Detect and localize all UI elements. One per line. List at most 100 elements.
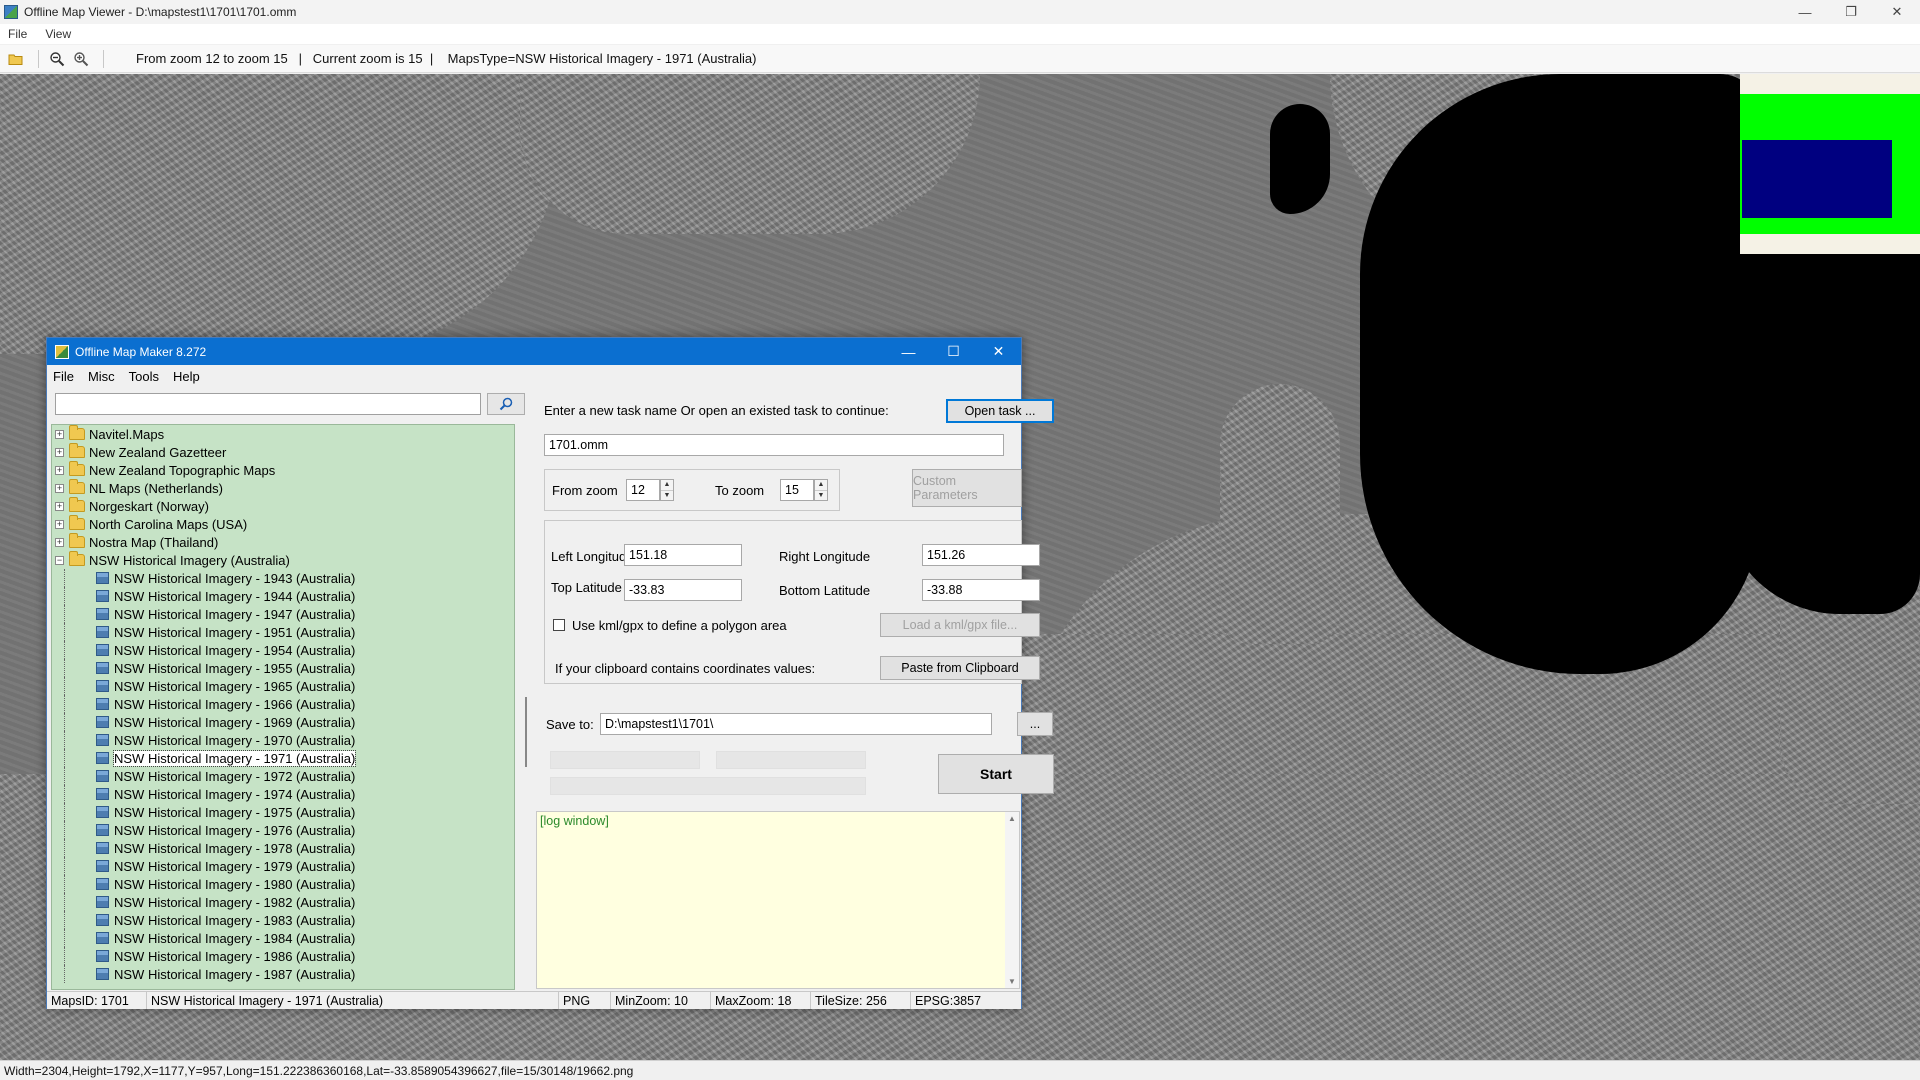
tree-map-item-selected[interactable]: NSW Historical Imagery - 1971 (Australia…: [52, 749, 514, 767]
maximize-icon[interactable]: ☐: [931, 338, 976, 365]
map-source-icon: [96, 590, 109, 602]
tree-map-item[interactable]: NSW Historical Imagery - 1954 (Australia…: [52, 641, 514, 659]
tree-map-item[interactable]: NSW Historical Imagery - 1986 (Australia…: [52, 947, 514, 965]
from-zoom-input[interactable]: [626, 479, 660, 501]
expand-icon[interactable]: +: [55, 537, 64, 547]
expand-icon[interactable]: +: [55, 447, 64, 457]
tree-map-item[interactable]: NSW Historical Imagery - 1955 (Australia…: [52, 659, 514, 677]
restore-icon[interactable]: ❐: [1828, 0, 1874, 24]
search-input[interactable]: [55, 393, 481, 415]
tree-item-label: NSW Historical Imagery - 1979 (Australia…: [114, 858, 356, 874]
expand-icon[interactable]: +: [55, 501, 64, 511]
tree-map-item[interactable]: NSW Historical Imagery - 1974 (Australia…: [52, 785, 514, 803]
dialog-title: Offline Map Maker 8.272: [75, 344, 207, 359]
tree-map-item[interactable]: NSW Historical Imagery - 1979 (Australia…: [52, 857, 514, 875]
tree-item-label: NSW Historical Imagery - 1943 (Australia…: [114, 570, 356, 586]
tree-folder[interactable]: + North Carolina Maps (USA): [52, 515, 514, 533]
tree-map-item[interactable]: NSW Historical Imagery - 1970 (Australia…: [52, 731, 514, 749]
tree-folder[interactable]: + Norgeskart (Norway): [52, 497, 514, 515]
map-source-tree[interactable]: + Navitel.Maps + New Zealand Gazetteer + Ne…: [51, 424, 515, 990]
task-name-input[interactable]: [544, 434, 1004, 456]
expand-icon[interactable]: +: [55, 429, 64, 439]
menu-tools[interactable]: Tools: [129, 369, 159, 384]
left-longitude-input[interactable]: [624, 544, 742, 566]
tree-map-item[interactable]: NSW Historical Imagery - 1969 (Australia…: [52, 713, 514, 731]
right-longitude-input[interactable]: [922, 544, 1040, 566]
status-min-zoom: MinZoom: 10: [611, 992, 711, 1009]
folder-icon: [69, 533, 85, 548]
close-icon[interactable]: ✕: [1874, 0, 1920, 24]
tree-map-item[interactable]: NSW Historical Imagery - 1978 (Australia…: [52, 839, 514, 857]
status-epsg: EPSG:3857: [915, 993, 982, 1008]
menu-help[interactable]: Help: [173, 369, 200, 384]
tree-map-item[interactable]: NSW Historical Imagery - 1976 (Australia…: [52, 821, 514, 839]
menu-view[interactable]: View: [45, 27, 71, 41]
tree-map-item[interactable]: NSW Historical Imagery - 1975 (Australia…: [52, 803, 514, 821]
task-prompt-label: Enter a new task name Or open an existed…: [544, 403, 889, 418]
pane-splitter[interactable]: [524, 387, 528, 991]
menu-file[interactable]: File: [8, 27, 27, 41]
minimize-icon[interactable]: —: [1782, 0, 1828, 24]
load-kml-button[interactable]: Load a kml/gpx file...: [880, 613, 1040, 637]
bottom-latitude-input[interactable]: [922, 579, 1040, 601]
tree-map-item[interactable]: NSW Historical Imagery - 1944 (Australia…: [52, 587, 514, 605]
spin-down-icon[interactable]: ▼: [661, 491, 673, 501]
scroll-down-icon[interactable]: ▼: [1008, 977, 1016, 986]
tree-map-item[interactable]: NSW Historical Imagery - 1951 (Australia…: [52, 623, 514, 641]
top-latitude-input[interactable]: [624, 579, 742, 601]
log-scrollbar[interactable]: ▲ ▼: [1005, 812, 1019, 988]
tree-folder[interactable]: + New Zealand Gazetteer: [52, 443, 514, 461]
map-source-icon: [96, 752, 109, 764]
search-button[interactable]: [487, 393, 525, 415]
minimize-icon[interactable]: —: [886, 338, 931, 365]
tree-folder[interactable]: + Navitel.Maps: [52, 425, 514, 443]
collapse-icon[interactable]: −: [55, 555, 64, 565]
zoom-out-icon[interactable]: [47, 49, 67, 69]
spin-up-icon[interactable]: ▲: [815, 480, 827, 491]
from-zoom-label: From zoom: [552, 483, 618, 498]
start-button[interactable]: Start: [938, 754, 1054, 794]
folder-open-icon[interactable]: [6, 49, 26, 69]
tree-folder[interactable]: + NL Maps (Netherlands): [52, 479, 514, 497]
from-zoom-spinner[interactable]: ▲ ▼: [660, 479, 674, 501]
to-zoom-spinner[interactable]: ▲ ▼: [814, 479, 828, 501]
browse-button[interactable]: ...: [1017, 712, 1053, 736]
tree-map-item[interactable]: NSW Historical Imagery - 1980 (Australia…: [52, 875, 514, 893]
status-map-name: NSW Historical Imagery - 1971 (Australia…: [147, 992, 559, 1009]
tree-map-item[interactable]: NSW Historical Imagery - 1966 (Australia…: [52, 695, 514, 713]
folder-icon: [69, 515, 85, 530]
expand-icon[interactable]: +: [55, 519, 64, 529]
minimap-viewport[interactable]: [1742, 140, 1892, 218]
menu-misc[interactable]: Misc: [88, 369, 115, 384]
spin-down-icon[interactable]: ▼: [815, 491, 827, 501]
close-icon[interactable]: ✕: [976, 338, 1021, 365]
tree-map-item[interactable]: NSW Historical Imagery - 1943 (Australia…: [52, 569, 514, 587]
tree-map-item[interactable]: NSW Historical Imagery - 1984 (Australia…: [52, 929, 514, 947]
spin-up-icon[interactable]: ▲: [661, 480, 673, 491]
tree-map-item[interactable]: NSW Historical Imagery - 1982 (Australia…: [52, 893, 514, 911]
tree-map-item[interactable]: NSW Historical Imagery - 1947 (Australia…: [52, 605, 514, 623]
tree-folder-label: Norgeskart (Norway): [89, 498, 209, 514]
minimap[interactable]: [1740, 74, 1920, 254]
tree-folder[interactable]: + New Zealand Topographic Maps: [52, 461, 514, 479]
open-task-button[interactable]: Open task ...: [946, 399, 1054, 423]
tree-map-item[interactable]: NSW Historical Imagery - 1972 (Australia…: [52, 767, 514, 785]
log-window[interactable]: [log window] ▲ ▼: [536, 811, 1020, 989]
save-path-input[interactable]: [600, 713, 992, 735]
map-source-icon: [96, 878, 109, 890]
expand-icon[interactable]: +: [55, 465, 64, 475]
expand-icon[interactable]: +: [55, 483, 64, 493]
menu-file[interactable]: File: [53, 369, 74, 384]
paste-from-clipboard-button[interactable]: Paste from Clipboard: [880, 656, 1040, 680]
tree-map-item[interactable]: NSW Historical Imagery - 1965 (Australia…: [52, 677, 514, 695]
tree-map-item[interactable]: NSW Historical Imagery - 1983 (Australia…: [52, 911, 514, 929]
tree-folder-expanded[interactable]: − NSW Historical Imagery (Australia): [52, 551, 514, 569]
custom-parameters-button[interactable]: Custom Parameters: [912, 469, 1022, 507]
scroll-up-icon[interactable]: ▲: [1008, 814, 1016, 823]
tree-folder[interactable]: + Nostra Map (Thailand): [52, 533, 514, 551]
tree-map-item[interactable]: NSW Historical Imagery - 1987 (Australia…: [52, 965, 514, 983]
to-zoom-input[interactable]: [780, 479, 814, 501]
log-text: [log window]: [540, 814, 609, 828]
use-kml-checkbox[interactable]: [553, 619, 565, 631]
zoom-in-icon[interactable]: [71, 49, 91, 69]
